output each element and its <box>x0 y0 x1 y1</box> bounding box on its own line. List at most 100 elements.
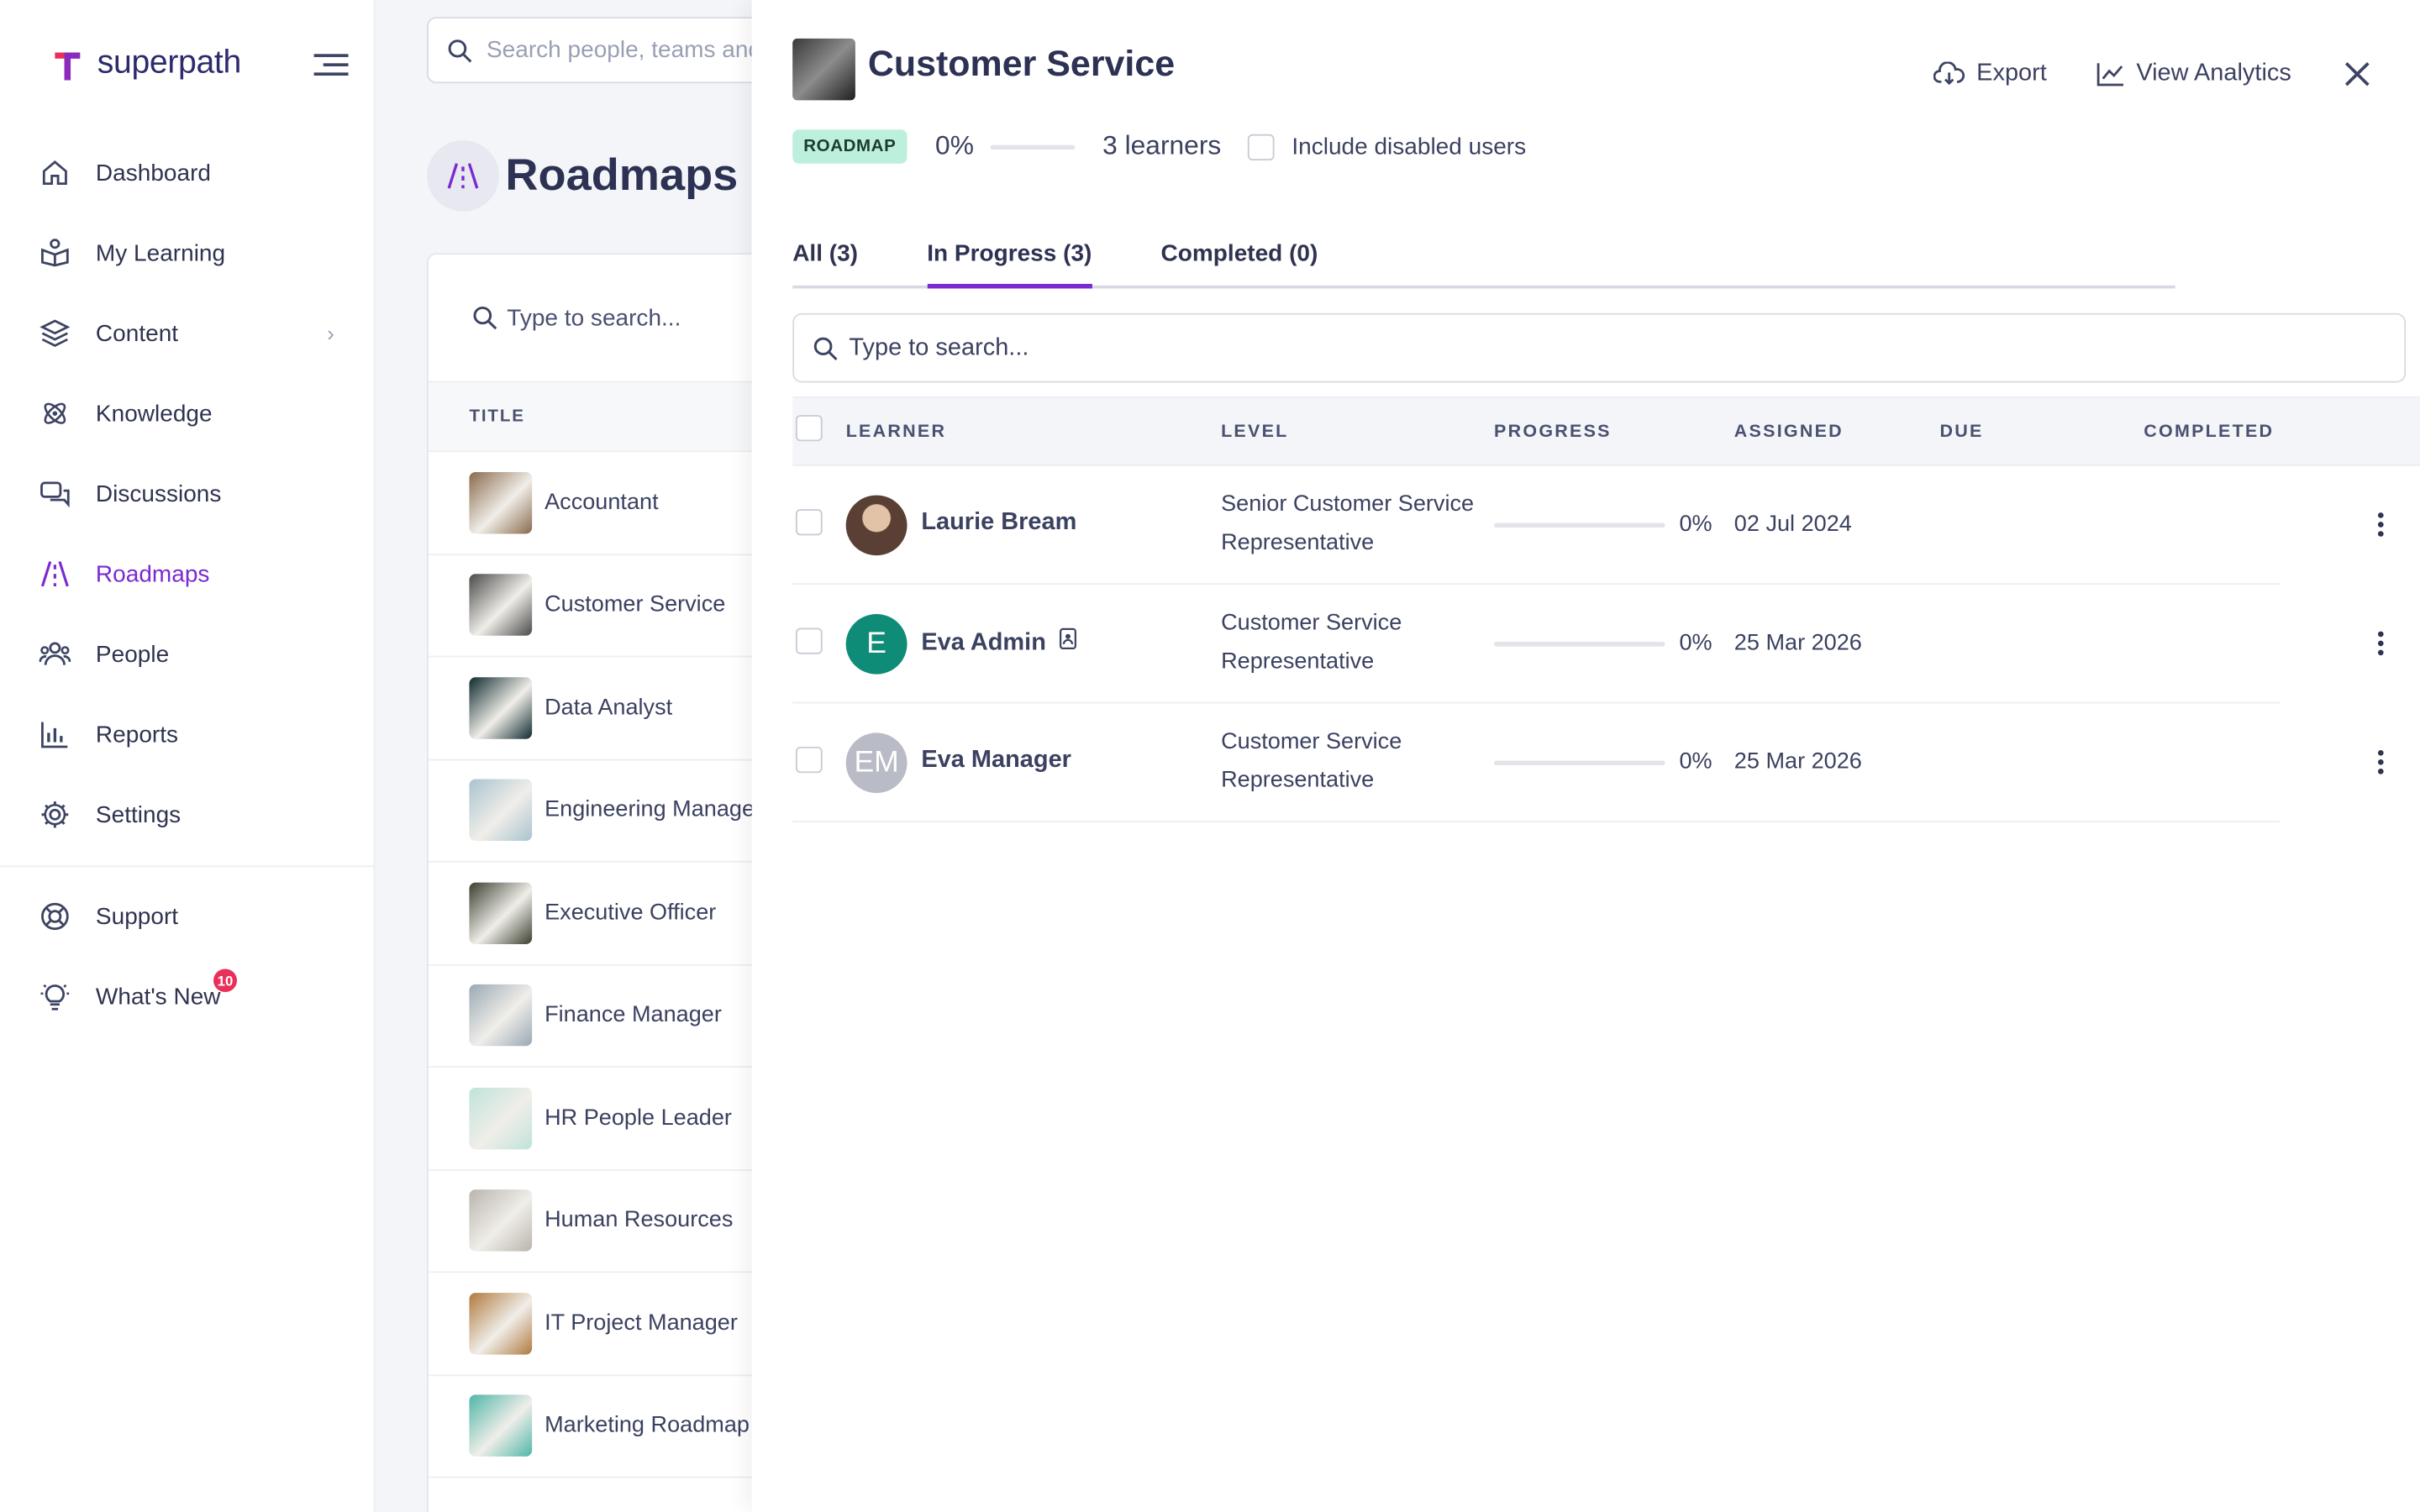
roadmap-thumbnail <box>469 1087 533 1149</box>
search-icon <box>473 306 497 330</box>
column-progress[interactable]: PROGRESS <box>1494 423 1612 441</box>
row-checkbox[interactable] <box>795 627 823 654</box>
sidebar-item-support[interactable]: Support <box>0 876 375 957</box>
gear-icon <box>39 799 71 830</box>
roadmap-icon <box>427 140 499 212</box>
menu-toggle-icon[interactable] <box>313 52 349 76</box>
lifebuoy-icon <box>39 901 71 932</box>
close-icon[interactable] <box>2342 59 2373 90</box>
row-checkbox[interactable] <box>795 509 823 536</box>
chevron-right-icon: › <box>327 321 334 346</box>
search-icon <box>448 39 472 62</box>
app-canvas: superpath Dashboard My Learning Content › Kn… <box>0 0 2420 1512</box>
more-options-icon[interactable] <box>2375 509 2387 540</box>
admin-badge-icon <box>1059 627 1076 658</box>
assigned-date: 02 Jul 2024 <box>1733 512 1852 538</box>
column-assigned[interactable]: ASSIGNED <box>1734 423 1844 441</box>
sidebar-item-label: Knowledge <box>95 400 213 427</box>
sidebar-item-label: What's New <box>95 983 221 1011</box>
learner-tabs: All (3) In Progress (3) Completed (0) <box>792 228 2175 289</box>
sidebar-item-knowledge[interactable]: Knowledge <box>0 373 375 454</box>
drawer-actions: Export View Analytics <box>1884 59 2373 90</box>
roadmap-icon <box>39 559 71 590</box>
sidebar-item-settings[interactable]: Settings <box>0 774 375 855</box>
avatar[interactable]: EM <box>845 732 908 794</box>
tab-completed[interactable]: Completed (0) <box>1161 228 1318 286</box>
progress-percent: 0% <box>1679 512 1712 538</box>
bulb-icon <box>39 981 71 1012</box>
roadmap-thumbnail <box>469 984 533 1047</box>
row-checkbox[interactable] <box>795 746 823 774</box>
tab-in-progress[interactable]: In Progress (3) <box>927 228 1092 289</box>
roadmap-search-placeholder: Type to search... <box>507 304 681 331</box>
roadmap-thumbnail <box>792 38 855 101</box>
avatar[interactable] <box>845 495 908 556</box>
learners-count: 3 learners <box>1102 131 1222 161</box>
progress-bar <box>1494 760 1665 766</box>
page-title: Roadmaps <box>505 150 739 200</box>
avatar[interactable]: E <box>845 614 908 675</box>
sidebar-item-roadmaps[interactable]: Roadmaps <box>0 533 375 614</box>
roadmap-name: IT Project Manager <box>544 1310 738 1336</box>
sidebar-item-label: Roadmaps <box>95 560 210 587</box>
view-analytics-button[interactable]: View Analytics <box>2097 60 2291 88</box>
tab-all[interactable]: All (3) <box>792 228 858 286</box>
learner-row: E Eva Admin Customer Service Representativ… <box>792 585 2384 704</box>
roadmap-name: Human Resources <box>544 1208 734 1233</box>
trend-chart-icon <box>2097 63 2124 87</box>
people-icon <box>39 638 71 669</box>
column-learner[interactable]: LEARNER <box>846 423 947 441</box>
sidebar-item-dashboard[interactable]: Dashboard <box>0 133 375 213</box>
search-icon <box>813 336 838 360</box>
sidebar-item-what-s-new[interactable]: What's New 10 <box>0 957 375 1037</box>
include-disabled-checkbox[interactable] <box>1248 133 1275 160</box>
learner-search-input[interactable]: Type to search... <box>792 312 2407 383</box>
chart-icon <box>39 719 71 750</box>
include-disabled-label: Include disabled users <box>1292 133 1527 160</box>
roadmap-name: HR People Leader <box>544 1105 732 1131</box>
roadmap-name: Accountant <box>544 490 659 515</box>
sidebar-item-content[interactable]: Content › <box>0 293 375 374</box>
sidebar-item-reports[interactable]: Reports <box>0 695 375 775</box>
column-due[interactable]: DUE <box>1939 423 1983 441</box>
learner-name[interactable]: Eva Admin <box>921 627 1076 658</box>
sidebar-divider <box>0 865 376 868</box>
more-options-icon[interactable] <box>2375 628 2387 659</box>
sidebar: superpath Dashboard My Learning Content › Kn… <box>0 0 376 1512</box>
roadmap-name: Customer Service <box>544 592 726 618</box>
learner-row: Laurie Bream Senior Customer Service Repr… <box>792 466 2384 585</box>
roadmap-detail-drawer: Customer Service Export View Analytics R… <box>751 0 2420 1512</box>
sidebar-item-people[interactable]: People <box>0 614 375 695</box>
learner-row: EM Eva Manager Customer Service Representa… <box>792 704 2384 822</box>
assigned-date: 25 Mar 2026 <box>1733 749 1862 775</box>
sidebar-item-discussions[interactable]: Discussions <box>0 454 375 534</box>
sidebar-item-label: Reports <box>95 721 179 748</box>
learner-level: Senior Customer Service Representative <box>1221 491 1475 556</box>
roadmap-name: Engineering Manager <box>544 798 763 823</box>
sidebar-item-label: Content <box>95 320 179 347</box>
drawer-title: Customer Service <box>867 43 1176 84</box>
roadmap-thumbnail <box>469 471 533 534</box>
learner-search-placeholder: Type to search... <box>849 333 1029 360</box>
roadmap-name: Finance Manager <box>544 1003 722 1028</box>
assigned-date: 25 Mar 2026 <box>1733 631 1862 656</box>
sidebar-item-label: Dashboard <box>95 160 212 186</box>
learning-icon <box>39 238 71 269</box>
more-options-icon[interactable] <box>2375 747 2387 778</box>
learner-name[interactable]: Laurie Bream <box>921 509 1076 537</box>
sidebar-item-my-learning[interactable]: My Learning <box>0 213 375 293</box>
roadmap-thumbnail <box>469 574 533 637</box>
learner-name[interactable]: Eva Manager <box>921 747 1071 774</box>
column-completed[interactable]: COMPLETED <box>2144 423 2274 441</box>
view-analytics-label: View Analytics <box>2136 60 2291 87</box>
logo[interactable]: superpath <box>50 43 241 83</box>
roadmap-type-pill: ROADMAP <box>792 129 908 164</box>
export-button[interactable]: Export <box>1933 60 2047 88</box>
roadmap-thumbnail <box>469 882 533 944</box>
column-level[interactable]: LEVEL <box>1221 423 1288 441</box>
sidebar-item-label: Settings <box>95 801 182 828</box>
select-all-checkbox[interactable] <box>795 415 823 442</box>
progress-bar <box>1494 642 1665 647</box>
roadmap-thumbnail <box>469 676 533 739</box>
roadmap-name: Data Analyst <box>544 695 673 721</box>
